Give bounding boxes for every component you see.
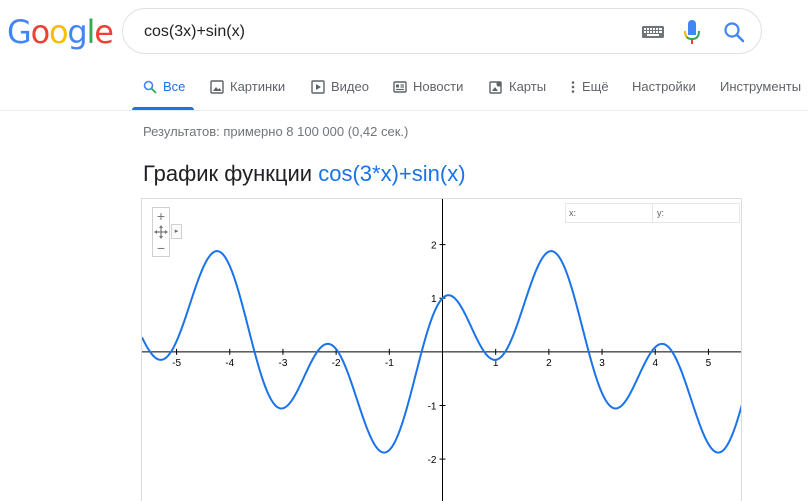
tab-settings[interactable]: Настройки [632,70,696,110]
coord-divider [652,204,653,222]
microphone-icon[interactable] [683,19,701,45]
coord-y-label: y: [657,208,665,218]
tab-more[interactable]: Ещё [570,70,609,110]
x-tick-label: -2 [332,358,341,369]
graph-title-prefix: График функции [143,161,313,186]
expand-controls-icon[interactable]: ▸ [171,224,182,239]
zoom-controls: + − [152,207,170,257]
coordinate-readout: x: y: [565,203,740,223]
graph-canvas[interactable]: -5 -4 -3 -2 -1 1 2 3 4 5-2-112 [142,199,742,501]
coord-x-label: x: [569,208,577,218]
logo-letter-3: o [49,13,69,51]
logo-letter-1: G [7,13,32,51]
tab-label: Видео [331,79,369,94]
news-icon [393,81,407,93]
google-logo[interactable]: Google [7,13,114,51]
logo-letter-6: e [94,13,114,51]
tab-label: Картинки [230,79,286,94]
x-tick-label: -3 [278,358,287,369]
tab-maps[interactable]: Карты [489,70,546,110]
tabs-divider [0,110,808,111]
logo-letter-5: l [86,13,96,51]
x-tick-label: 5 [706,358,712,369]
function-graph[interactable]: -5 -4 -3 -2 -1 1 2 3 4 5 -2 -1 1 2 x: y: + − ▸ [141,198,742,501]
tab-all[interactable]: Все [143,70,185,110]
tab-images[interactable]: Картинки [210,70,285,110]
tab-label: Настройки [632,79,696,94]
search-icon [143,80,157,94]
x-tick-label: 4 [652,358,658,369]
x-tick-label: 3 [599,358,605,369]
tab-label: Карты [509,79,547,94]
y-tick-label: 1 [431,294,437,305]
tab-tools[interactable]: Инструменты [720,70,801,110]
tab-news[interactable]: Новости [393,70,463,110]
tab-label: Инструменты [720,79,802,94]
zoom-in-button[interactable]: + [153,208,169,224]
search-tabs: Все Картинки Видео Новости Карты Ещё Нас… [0,70,808,110]
tab-label: Все [163,79,186,94]
tab-label: Ещё [582,79,609,94]
pan-icon[interactable] [153,224,169,240]
graph-function: cos(3*x)+sin(x) [318,161,466,186]
y-tick-label: 2 [431,241,437,252]
image-icon [210,80,224,94]
x-tick-label: -4 [225,358,234,369]
y-tick-label: -2 [428,455,437,466]
video-icon [311,80,325,94]
map-icon [489,81,502,94]
logo-letter-2: o [30,13,51,51]
logo-letter-4: g [67,13,87,51]
graph-title: График функции cos(3*x)+sin(x) [143,160,466,188]
search-icon[interactable] [723,21,745,43]
x-tick-label: -5 [172,358,181,369]
zoom-out-button[interactable]: − [153,240,169,256]
x-tick-label: 2 [546,358,552,369]
results-count: Результатов: примерно 8 100 000 (0,42 се… [143,124,409,139]
x-tick-label: -1 [385,358,394,369]
y-tick-label: -1 [428,401,437,412]
google-results-page: Google cos(3x)+sin(x) Все Картинки Видео… [0,0,808,501]
tab-video[interactable]: Видео [311,70,369,110]
search-box[interactable]: cos(3x)+sin(x) [122,8,762,54]
tab-label: Новости [413,79,464,94]
keyboard-icon[interactable] [642,26,664,38]
search-input[interactable]: cos(3x)+sin(x) [144,22,245,42]
more-icon [571,81,575,93]
